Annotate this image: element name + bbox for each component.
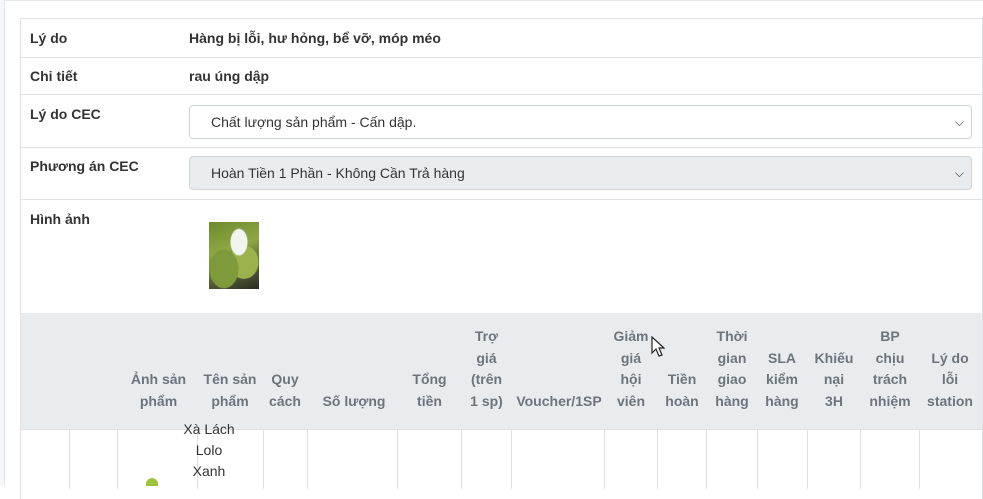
col-header-station-reason: Lý do lỗi station bbox=[927, 349, 973, 409]
detail-row: Chi tiết rau úng dập bbox=[21, 57, 982, 95]
product-photo-thumbnail[interactable] bbox=[209, 222, 259, 289]
chevron-down-icon: ⌵ bbox=[954, 166, 964, 180]
col-header-refund: Tiền hoàn bbox=[665, 371, 699, 409]
products-table-header: Ảnh sản phẩm Tên sản phẩm Quy cách Số lư… bbox=[21, 313, 982, 489]
detail-value: rau úng dập bbox=[189, 68, 270, 84]
cec-option-row: Phương án CEC Hoàn Tiền 1 Phần - Không C… bbox=[21, 148, 982, 200]
cec-reason-row: Lý do CEC Chất lượng sản phẩm - Cấn dập.… bbox=[21, 95, 982, 148]
images-row: Hình ảnh bbox=[21, 200, 982, 313]
table-divider bbox=[117, 429, 118, 489]
table-divider bbox=[263, 429, 264, 489]
reason-row: Lý do Hàng bị lỗi, hư hỏng, bể vỡ, móp m… bbox=[21, 19, 982, 58]
table-divider bbox=[807, 429, 808, 489]
col-header-complaint-3h: Khiếu nại 3H bbox=[814, 349, 854, 409]
col-header-member-discount: Giảm giá hội viên bbox=[613, 328, 649, 409]
cec-reason-selected: Chất lượng sản phẩm - Cấn dập. bbox=[211, 114, 417, 130]
images-label: Hình ảnh bbox=[30, 211, 90, 227]
return-detail-panel: Lý do Hàng bị lỗi, hư hỏng, bể vỡ, móp m… bbox=[20, 18, 983, 499]
cec-option-selected: Hoàn Tiền 1 Phần - Không Cần Trả hàng bbox=[211, 165, 465, 181]
table-divider bbox=[461, 429, 462, 489]
cec-reason-label: Lý do CEC bbox=[30, 106, 101, 122]
col-header-quantity: Số lượng bbox=[322, 392, 386, 409]
table-divider bbox=[69, 429, 70, 489]
col-header-spec: Quy cách bbox=[269, 371, 301, 409]
reason-label: Lý do bbox=[30, 30, 68, 46]
product-thumbnail[interactable] bbox=[146, 478, 158, 486]
col-header-product-name: Tên sản phẩm bbox=[203, 371, 257, 409]
table-divider bbox=[757, 429, 758, 489]
detail-label: Chi tiết bbox=[30, 68, 78, 84]
cec-option-select[interactable]: Hoàn Tiền 1 Phần - Không Cần Trả hàng ⌵ bbox=[189, 156, 972, 190]
left-edge bbox=[0, 0, 5, 486]
mouse-cursor-icon bbox=[651, 336, 665, 357]
reason-value: Hàng bị lỗi, hư hỏng, bể vỡ, móp méo bbox=[189, 30, 441, 46]
table-divider bbox=[657, 429, 658, 489]
row-product-name: Xà Lách Lolo Xanh bbox=[183, 421, 235, 479]
cec-reason-select[interactable]: Chất lượng sản phẩm - Cấn dập. ⌵ bbox=[189, 105, 972, 139]
col-header-delivery-time: Thời gian giao hàng bbox=[715, 328, 749, 409]
cec-option-label: Phương án CEC bbox=[30, 158, 139, 174]
col-header-responsible-dept: BP chịu trách nhiệm bbox=[869, 328, 911, 409]
col-header-sla-check: SLA kiểm hàng bbox=[765, 349, 799, 409]
table-divider bbox=[919, 429, 920, 489]
table-divider bbox=[604, 429, 605, 489]
col-header-total: Tổng tiền bbox=[412, 371, 447, 409]
table-divider bbox=[706, 429, 707, 489]
col-header-voucher: Voucher/1SP bbox=[516, 392, 602, 409]
table-divider bbox=[860, 429, 861, 489]
chevron-down-icon: ⌵ bbox=[954, 115, 964, 129]
col-header-subsidy: Trợ giá (trên 1 sp) bbox=[470, 328, 503, 409]
table-divider bbox=[307, 429, 308, 489]
table-divider bbox=[397, 429, 398, 489]
col-header-product-image: Ảnh sản phẩm bbox=[130, 371, 187, 409]
table-divider bbox=[511, 429, 512, 489]
top-border bbox=[0, 0, 983, 1]
